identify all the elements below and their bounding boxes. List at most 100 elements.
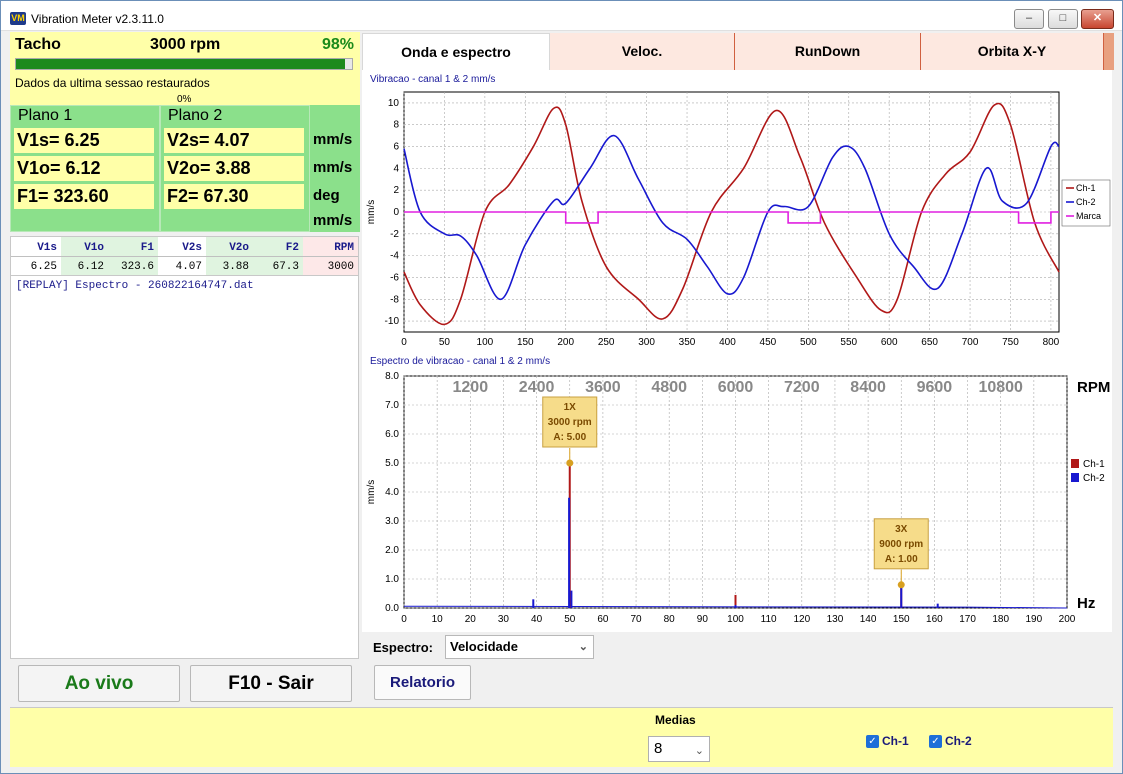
y-tick-label: 6.0 (385, 429, 399, 440)
x-tick-label: 130 (827, 614, 844, 625)
report-button[interactable]: Relatorio (374, 665, 471, 700)
y-tick-label: 4.0 (385, 487, 399, 498)
ch1-checkbox[interactable]: ✓ (866, 735, 879, 748)
unit-label: mm/s (313, 131, 353, 148)
unit-label: mm/s (313, 159, 353, 176)
log-line: [REPLAY] Espectro - 260822164747.dat (16, 280, 254, 292)
f2-value: F2= 67.30 (164, 184, 304, 209)
spectrum-chart[interactable]: 0 10 20 30 40 50 60 70 80 90 100 110 120 130 140 150 160… (362, 352, 1112, 632)
table-cell: 67.3 (272, 261, 299, 273)
legend-label: Ch-1 (1076, 183, 1096, 193)
app-logo-icon: VM (10, 12, 26, 25)
x-tick-label: 90 (697, 614, 709, 625)
x-tick-label: 190 (1026, 614, 1043, 625)
tab-rundown[interactable]: RunDown (735, 33, 921, 70)
x-tick-label: 60 (597, 614, 609, 625)
maximize-button[interactable]: □ (1048, 9, 1078, 29)
spectrum-select[interactable]: Velocidade ⌄ (445, 635, 594, 659)
ch2-checkbox[interactable]: ✓ (929, 735, 942, 748)
exit-button[interactable]: F10 - Sair (190, 665, 352, 702)
rpm-tick-label: 3600 (585, 379, 621, 396)
v2o-value: V2o= 3.88 (164, 156, 304, 181)
x-tick-label: 0 (401, 337, 407, 348)
legend-swatch (1071, 459, 1079, 468)
x-tick-label: 600 (881, 337, 898, 348)
y-tick-label: 10 (388, 98, 400, 109)
x-tick-label: 500 (800, 337, 817, 348)
app-window: VM Vibration Meter v2.3.11.0 – □ ✕ Tacho… (0, 0, 1123, 774)
y-tick-label: 8 (393, 120, 399, 131)
y-tick-label: -6 (390, 272, 399, 283)
tacho-progress-bar (15, 58, 353, 70)
rpm-tick-label: 7200 (784, 379, 820, 396)
table-header: V1o (84, 242, 104, 254)
table-divider (11, 256, 358, 257)
y-tick-label: 0.0 (385, 603, 399, 614)
unit-label: deg (313, 187, 340, 204)
unit-label: mm/s (313, 212, 353, 229)
table-cell: 3.88 (222, 261, 249, 273)
spectrum-select-value: Velocidade (450, 639, 518, 654)
x-tick-label: 70 (630, 614, 642, 625)
medias-select[interactable]: 8 ⌄ (648, 736, 710, 762)
x-tick-label: 170 (959, 614, 976, 625)
status-text: Dados da ultima sessao restaurados (15, 76, 210, 90)
tab-veloc[interactable]: Veloc. (550, 33, 735, 70)
table-cell: 6.12 (77, 261, 104, 273)
x-tick-label: 650 (921, 337, 938, 348)
table-cell: 3000 (327, 261, 354, 273)
minimize-button[interactable]: – (1014, 9, 1044, 29)
x-tick-label: 180 (992, 614, 1009, 625)
bottom-bar: Medias 8 ⌄ ✓ Ch-1 ✓ Ch-2 (10, 707, 1113, 767)
live-button[interactable]: Ao vivo (18, 665, 180, 702)
x-tick-label: 110 (761, 614, 777, 625)
y-tick-label: -2 (390, 229, 399, 240)
x-tick-label: 30 (498, 614, 510, 625)
y-tick-label: 7.0 (385, 400, 399, 411)
tab-onda-espectro[interactable]: Onda e espectro (362, 33, 550, 70)
rpm-tick-label: 8400 (850, 379, 886, 396)
close-button[interactable]: ✕ (1081, 9, 1114, 29)
table-header: V1s (37, 242, 57, 254)
legend-label: Ch-2 (1076, 197, 1096, 207)
v1s-value: V1s= 6.25 (14, 128, 154, 153)
tacho-progress-fill (16, 59, 346, 69)
x-tick-label: 140 (860, 614, 877, 625)
chart-area: Vibracao - canal 1 & 2 mm/s Espectro de … (362, 70, 1112, 632)
x-tick-label: 450 (760, 337, 777, 348)
table-cell: 4.07 (175, 261, 202, 273)
annotation-text: 1X (564, 402, 577, 413)
annotation-text: 9000 rpm (879, 539, 923, 550)
y-tick-label: 2 (393, 185, 399, 196)
table-header: V2s (182, 242, 202, 254)
medias-label: Medias (655, 713, 696, 727)
table-cell: 6.25 (30, 261, 57, 273)
medias-select-value: 8 (654, 740, 663, 757)
x-tick-label: 800 (1043, 337, 1060, 348)
annotation-text: 3000 rpm (548, 417, 592, 428)
x-tick-label: 200 (1059, 614, 1076, 625)
table-header: RPM (334, 242, 354, 254)
waveform-chart[interactable]: 0 50 100 150 200 250 300 350 400 450 500 550 600 650 7… (362, 70, 1112, 352)
y-tick-label: 1.0 (385, 574, 399, 585)
log-area[interactable]: [REPLAY] Espectro - 260822164747.dat (10, 276, 359, 659)
chevron-down-icon: ⌄ (694, 745, 704, 757)
x-tick-label: 120 (793, 614, 810, 625)
y-tick-label: -8 (390, 294, 399, 305)
x-axis-label: Hz (1077, 595, 1095, 612)
status-percent: 0% (177, 94, 192, 105)
y-axis-label: mm/s (366, 200, 377, 224)
table-header: F2 (285, 242, 299, 254)
x-tick-label: 50 (564, 614, 576, 625)
x-tick-label: 20 (465, 614, 477, 625)
tab-strip-end (1104, 33, 1114, 70)
y-tick-label: 0 (393, 207, 399, 218)
plano2-title: Plano 2 (168, 107, 223, 124)
x-tick-label: 40 (531, 614, 543, 625)
table-header: V2o (229, 242, 249, 254)
plano-panel: Plano 1 V1s= 6.25 V1o= 6.12 F1= 323.60 P… (10, 105, 360, 232)
plano1-title: Plano 1 (18, 107, 73, 124)
x-tick-label: 10 (432, 614, 444, 625)
tab-orbita[interactable]: Orbita X-Y (921, 33, 1104, 70)
rpm-tick-label: 1200 (453, 379, 489, 396)
